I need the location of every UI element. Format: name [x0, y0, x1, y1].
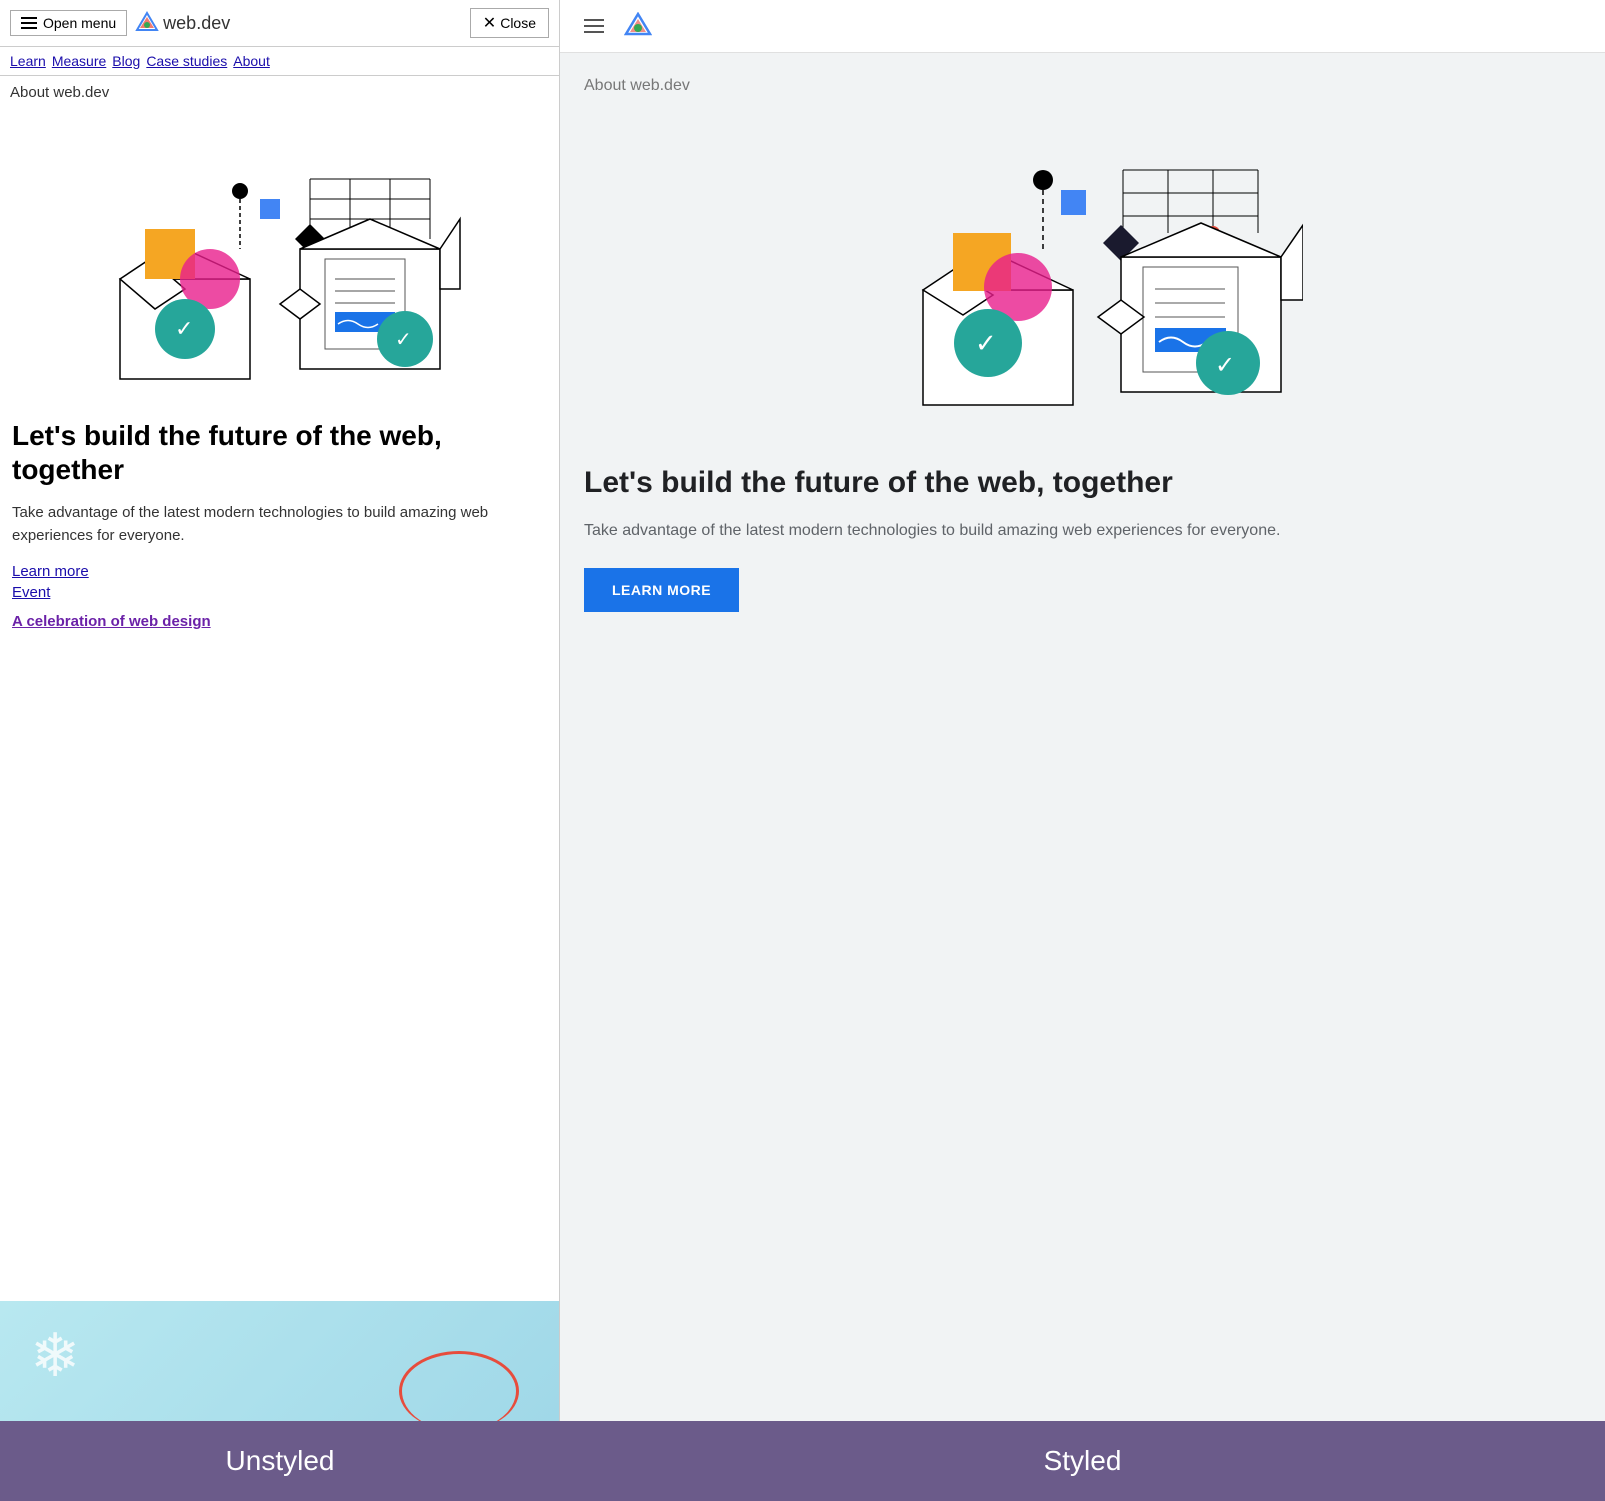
close-icon: ✕ — [483, 13, 496, 33]
learn-more-link[interactable]: Learn more — [12, 563, 547, 580]
close-button[interactable]: ✕ Close — [470, 8, 549, 38]
bottom-preview: ❄ — [0, 1301, 559, 1421]
labels-row: Unstyled Styled — [0, 1421, 1605, 1501]
celebration-link[interactable]: A celebration of web design — [12, 613, 547, 630]
unstyled-label: Unstyled — [226, 1445, 335, 1477]
content-unstyled: Let's build the future of the web, toget… — [0, 409, 559, 644]
close-label: Close — [500, 15, 536, 31]
navbar-unstyled: Open menu web.dev ✕ Close — [0, 0, 559, 47]
site-name: web.dev — [163, 13, 230, 34]
svg-text:✓: ✓ — [1215, 352, 1235, 379]
navbar-styled — [560, 0, 1605, 53]
snowflake-decoration: ❄ — [30, 1321, 80, 1391]
links-section: Learn more Event A celebration of web de… — [12, 563, 547, 630]
open-menu-button[interactable]: Open menu — [10, 10, 127, 36]
hamburger-line-1 — [584, 19, 604, 21]
nav-about[interactable]: About — [233, 53, 270, 69]
content-styled: About web.dev ✓ — [560, 53, 1605, 1421]
svg-text:✓: ✓ — [395, 329, 412, 351]
event-link[interactable]: Event — [12, 584, 547, 601]
hamburger-line-2 — [584, 25, 604, 27]
open-menu-label: Open menu — [43, 15, 116, 31]
logo-container: web.dev — [135, 11, 230, 35]
label-unstyled: Unstyled — [0, 1421, 560, 1501]
curve-decoration — [399, 1351, 519, 1421]
nav-learn[interactable]: Learn — [10, 53, 46, 69]
svg-text:✓: ✓ — [175, 316, 193, 341]
svg-text:✓: ✓ — [975, 328, 997, 358]
hamburger-styled-button[interactable] — [580, 15, 608, 37]
description-unstyled: Take advantage of the latest modern tech… — [12, 502, 547, 547]
unstyled-panel: Open menu web.dev ✕ Close Learn Measure … — [0, 0, 560, 1421]
illustration-unstyled: ✓ — [0, 109, 559, 409]
learn-more-button[interactable]: LEARN MORE — [584, 568, 739, 612]
label-styled: Styled — [560, 1421, 1605, 1501]
nav-case-studies[interactable]: Case studies — [146, 53, 227, 69]
hamburger-line-3 — [584, 31, 604, 33]
hero-illustration-styled: ✓ — [863, 115, 1303, 425]
nav-blog[interactable]: Blog — [112, 53, 140, 69]
about-label-styled: About web.dev — [584, 77, 1581, 95]
nav-measure[interactable]: Measure — [52, 53, 106, 69]
main-heading-styled: Let's build the future of the web, toget… — [584, 463, 1581, 502]
about-label-unstyled: About web.dev — [0, 76, 559, 109]
description-styled: Take advantage of the latest modern tech… — [584, 518, 1581, 544]
hero-illustration-unstyled: ✓ — [90, 119, 470, 399]
nav-links: Learn Measure Blog Case studies About — [0, 47, 559, 76]
logo-styled-icon — [624, 12, 652, 40]
logo-icon — [135, 11, 159, 35]
styled-panel: About web.dev ✓ — [560, 0, 1605, 1421]
main-heading-unstyled: Let's build the future of the web, toget… — [12, 419, 547, 486]
styled-label: Styled — [1044, 1445, 1122, 1477]
hamburger-icon — [21, 17, 37, 29]
illustration-styled: ✓ — [584, 115, 1581, 435]
